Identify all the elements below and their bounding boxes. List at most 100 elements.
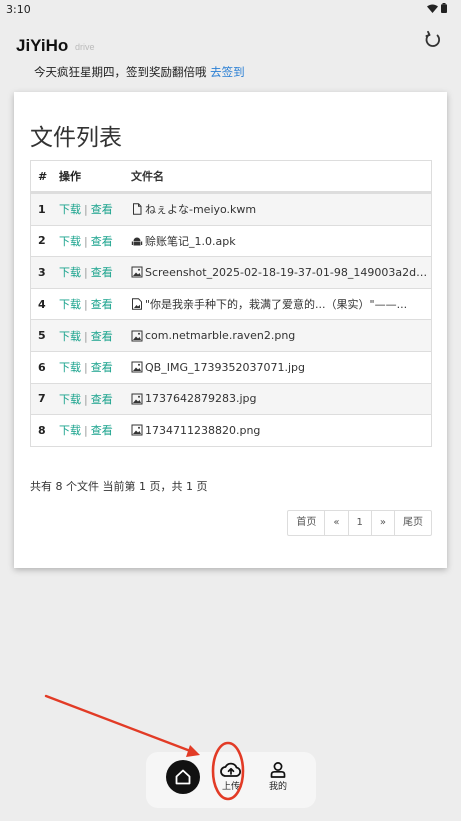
file-table: # 操作 文件名 1 下载 | 查看 ねぇよな-meiyo.kwm 2 下载 | 查看 赊账笔记_… — [30, 160, 432, 447]
action-separator: | — [84, 329, 88, 343]
download-link[interactable]: 下载 — [59, 266, 81, 279]
file-name: 赊账笔记_1.0.apk — [145, 234, 236, 248]
upload-label: 上传 — [221, 782, 240, 792]
file-name-cell[interactable]: ねぇよな-meiyo.kwm — [131, 201, 431, 217]
image-file-icon — [131, 298, 143, 310]
file-name: 1737642879283.jpg — [145, 392, 257, 406]
view-link[interactable]: 查看 — [91, 330, 113, 343]
view-link[interactable]: 查看 — [91, 393, 113, 406]
row-actions: 下载 | 查看 — [57, 422, 131, 438]
download-link[interactable]: 下载 — [59, 361, 81, 374]
file-name-cell[interactable]: Screenshot_2025-02-18-19-37-01-98_149003… — [131, 266, 431, 279]
document-icon — [131, 203, 143, 215]
file-name: Screenshot_2025-02-18-19-37-01-98_149003… — [145, 265, 431, 279]
user-icon — [270, 762, 286, 778]
pager-prev[interactable]: « — [324, 511, 347, 535]
file-name-cell[interactable]: 1737642879283.jpg — [131, 392, 431, 405]
pagination: 首页 « 1 » 尾页 — [287, 510, 432, 536]
wifi-icon — [427, 4, 438, 13]
pager-next[interactable]: » — [370, 511, 394, 535]
row-actions: 下载 | 查看 — [57, 233, 131, 249]
download-link[interactable]: 下载 — [59, 330, 81, 343]
row-num: 7 — [38, 392, 46, 406]
row-num: 1 — [38, 202, 46, 216]
table-row: 5 下载 | 查看 com.netmarble.raven2.png — [31, 319, 431, 351]
home-button[interactable] — [166, 760, 200, 794]
image-icon — [131, 330, 143, 342]
row-num: 4 — [38, 297, 46, 311]
action-separator: | — [84, 234, 88, 248]
android-icon — [131, 235, 143, 247]
view-link[interactable]: 查看 — [91, 424, 113, 437]
view-link[interactable]: 查看 — [91, 266, 113, 279]
download-link[interactable]: 下载 — [59, 424, 81, 437]
download-link[interactable]: 下载 — [59, 235, 81, 248]
file-list-card: 文件列表 # 操作 文件名 1 下载 | 查看 ねぇよな-meiyo.kwm 2 下载 | 查看… — [14, 92, 447, 568]
download-link[interactable]: 下载 — [59, 203, 81, 216]
status-icons — [427, 3, 447, 13]
row-num: 6 — [38, 360, 46, 374]
file-name: QB_IMG_1739352037071.jpg — [145, 360, 305, 374]
file-name-cell[interactable]: QB_IMG_1739352037071.jpg — [131, 361, 431, 374]
table-row: 3 下载 | 查看 Screenshot_2025-02-18-19-37-01-98_… — [31, 256, 431, 288]
file-name-cell[interactable]: "你是我亲手种下的，栽满了爱意的...（果实）"——... — [131, 296, 431, 312]
view-link[interactable]: 查看 — [91, 298, 113, 311]
file-name-cell[interactable]: com.netmarble.raven2.png — [131, 329, 431, 342]
row-actions: 下载 | 查看 — [57, 391, 131, 407]
row-num: 8 — [38, 423, 46, 437]
action-separator: | — [84, 266, 88, 280]
file-name: com.netmarble.raven2.png — [145, 329, 296, 343]
app-bar: JiYiHo drive — [0, 24, 461, 64]
upload-button[interactable]: 上传 — [216, 762, 246, 792]
file-summary: 共有 8 个文件 当前第 1 页，共 1 页 — [30, 480, 208, 493]
row-actions: 下载 | 查看 — [57, 328, 131, 344]
app-brand: JiYiHo — [16, 36, 69, 55]
download-link[interactable]: 下载 — [59, 393, 81, 406]
header-name: 文件名 — [131, 170, 164, 183]
file-name: "你是我亲手种下的，栽满了爱意的...（果实）"——... — [145, 298, 408, 312]
download-link[interactable]: 下载 — [59, 298, 81, 311]
table-row: 2 下载 | 查看 赊账笔记_1.0.apk — [31, 224, 431, 257]
page-title: 文件列表 — [30, 125, 122, 151]
row-num: 2 — [38, 234, 46, 248]
image-icon — [131, 266, 143, 278]
pager-first[interactable]: 首页 — [288, 511, 324, 535]
status-time: 3:10 — [6, 3, 31, 16]
mine-button[interactable]: 我的 — [263, 762, 293, 792]
row-num: 3 — [38, 265, 46, 279]
row-actions: 下载 | 查看 — [57, 296, 131, 312]
action-separator: | — [84, 392, 88, 406]
action-separator: | — [84, 424, 88, 438]
action-separator: | — [84, 203, 88, 217]
table-body: 1 下载 | 查看 ねぇよな-meiyo.kwm 2 下载 | 查看 赊账笔记_1.0.apk 3 下… — [31, 193, 431, 446]
cloud-upload-icon — [220, 762, 242, 777]
view-link[interactable]: 查看 — [91, 361, 113, 374]
header-num: # — [38, 169, 48, 183]
file-name: ねぇよな-meiyo.kwm — [145, 203, 257, 217]
image-icon — [131, 393, 143, 405]
view-link[interactable]: 查看 — [91, 203, 113, 216]
image-icon — [131, 361, 143, 373]
refresh-icon[interactable] — [423, 30, 443, 50]
action-separator: | — [84, 361, 88, 375]
status-bar: 3:10 — [0, 0, 461, 22]
file-name-cell[interactable]: 赊账笔记_1.0.apk — [131, 233, 431, 249]
file-name-cell[interactable]: 1734711238820.png — [131, 424, 431, 437]
row-actions: 下载 | 查看 — [57, 264, 131, 280]
pager-page[interactable]: 1 — [347, 511, 371, 535]
table-row: 8 下载 | 查看 1734711238820.png — [31, 414, 431, 446]
row-num: 5 — [38, 329, 46, 343]
pager-last[interactable]: 尾页 — [394, 511, 431, 535]
table-header: # 操作 文件名 — [31, 161, 431, 193]
row-actions: 下载 | 查看 — [57, 359, 131, 375]
home-icon — [175, 769, 191, 785]
image-icon — [131, 424, 143, 436]
checkin-link[interactable]: 去签到 — [210, 65, 245, 79]
view-link[interactable]: 查看 — [91, 235, 113, 248]
mine-label: 我的 — [268, 782, 287, 792]
notice-text: 今天疯狂星期四，签到奖励翻倍哦 — [34, 65, 207, 79]
table-row: 7 下载 | 查看 1737642879283.jpg — [31, 382, 431, 415]
file-name: 1734711238820.png — [145, 423, 261, 437]
header-action: 操作 — [59, 170, 81, 183]
table-row: 1 下载 | 查看 ねぇよな-meiyo.kwm — [31, 193, 431, 225]
